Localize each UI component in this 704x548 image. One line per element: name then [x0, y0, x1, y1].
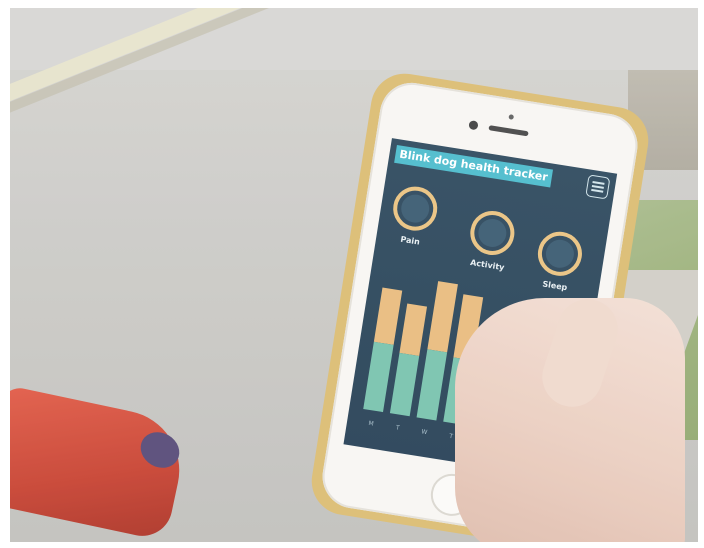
bar-segment-lower — [389, 352, 420, 417]
bar-segment-upper — [373, 287, 403, 345]
bar-segment-lower — [363, 341, 394, 413]
activity-gauge-value — [476, 216, 509, 249]
bar-segment-upper — [427, 281, 458, 353]
sleep-gauge[interactable] — [534, 228, 586, 279]
bar-segment-lower — [416, 349, 448, 421]
pain-gauge[interactable] — [390, 183, 441, 234]
sleep-gauge-value — [543, 237, 576, 270]
front-camera — [468, 120, 479, 131]
sensor-dot — [508, 114, 515, 120]
day-label: W — [420, 428, 428, 437]
day-label: M — [367, 419, 375, 428]
pain-gauge-value — [399, 192, 432, 225]
photo: Blink dog health tracker Pain Activity S… — [10, 8, 698, 542]
day-label: T — [395, 424, 401, 432]
activity-gauge[interactable] — [467, 207, 518, 259]
menu-icon[interactable] — [585, 174, 611, 200]
activity-gauge-label: Activity — [469, 257, 506, 273]
app-title: Blink dog health tracker — [394, 144, 553, 188]
pain-gauge-label: Pain — [399, 234, 421, 247]
earpiece-speaker — [488, 125, 529, 137]
bar-segment-upper — [399, 303, 428, 357]
